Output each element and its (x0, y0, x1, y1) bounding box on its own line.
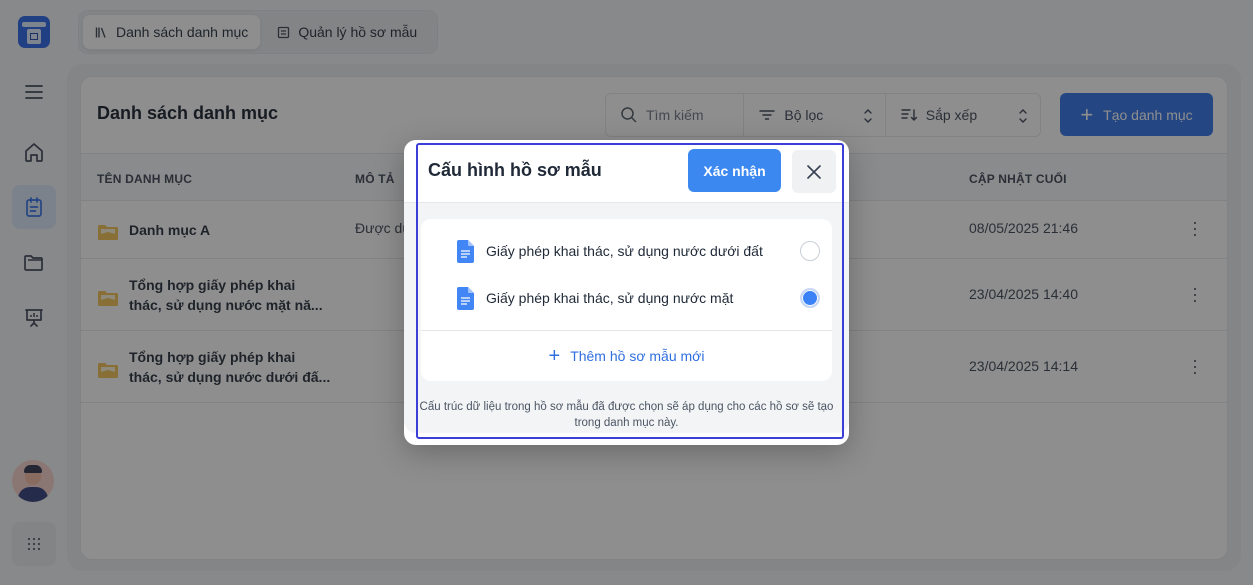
template-label: Giấy phép khai thác, sử dụng nước mặt (486, 290, 734, 306)
document-icon (457, 286, 474, 310)
confirm-button[interactable]: Xác nhận (688, 149, 781, 192)
close-icon (807, 164, 821, 179)
add-template-label: Thêm hồ sơ mẫu mới (570, 348, 705, 364)
add-template-button[interactable]: + Thêm hồ sơ mẫu mới (421, 345, 832, 367)
template-option-surface-water[interactable]: Giấy phép khai thác, sử dụng nước mặt (457, 286, 820, 310)
template-radio[interactable] (800, 241, 820, 261)
template-label: Giấy phép khai thác, sử dụng nước dưới đ… (486, 243, 763, 259)
divider (421, 330, 832, 331)
close-button[interactable] (792, 150, 836, 193)
template-option-groundwater[interactable]: Giấy phép khai thác, sử dụng nước dưới đ… (457, 239, 820, 263)
plus-icon: + (548, 345, 561, 367)
document-icon (457, 239, 474, 263)
modal-body: Giấy phép khai thác, sử dụng nước dưới đ… (404, 203, 849, 433)
template-config-modal: Cấu hình hồ sơ mẫu Xác nhận Giấy phép kh… (404, 140, 849, 445)
template-radio-selected[interactable] (800, 288, 820, 308)
modal-title: Cấu hình hồ sơ mẫu (428, 160, 602, 180)
template-list: Giấy phép khai thác, sử dụng nước dưới đ… (421, 219, 832, 381)
modal-footnote: Cấu trúc dữ liệu trong hồ sơ mẫu đã được… (419, 401, 834, 429)
